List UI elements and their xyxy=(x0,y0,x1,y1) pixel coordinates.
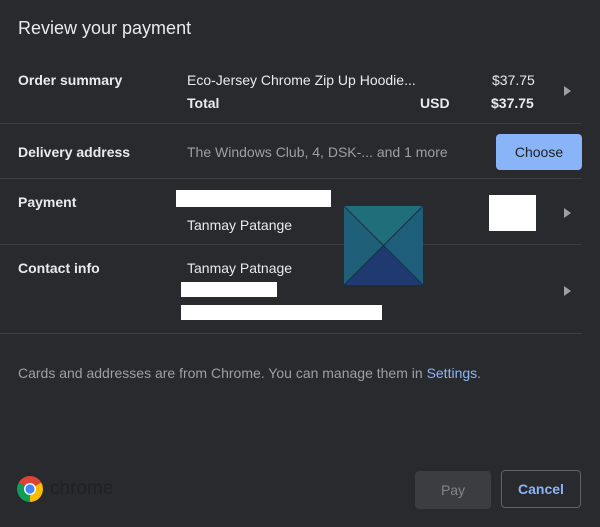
redacted-card-icon xyxy=(489,195,536,231)
settings-link[interactable]: Settings xyxy=(427,365,478,381)
divider xyxy=(0,123,581,124)
watermark-logo-icon xyxy=(344,206,423,285)
order-summary-expand-icon[interactable] xyxy=(564,86,571,96)
contact-expand-icon[interactable] xyxy=(564,286,571,296)
order-item-price: $37.75 xyxy=(492,72,535,88)
order-currency: USD xyxy=(420,95,450,111)
divider xyxy=(0,333,581,334)
cancel-button[interactable]: Cancel xyxy=(501,470,581,508)
redacted-card-number xyxy=(176,190,331,207)
contact-name: Tanmay Patnage xyxy=(187,260,293,276)
redacted-contact-email xyxy=(181,305,382,320)
settings-note-text: Cards and addresses are from Chrome. You… xyxy=(18,365,427,381)
chrome-logo-icon xyxy=(17,476,43,502)
delivery-address-label: Delivery address xyxy=(18,144,131,160)
choose-address-button[interactable]: Choose xyxy=(496,134,582,170)
pay-button[interactable]: Pay xyxy=(415,471,491,509)
order-item-name: Eco-Jersey Chrome Zip Up Hoodie... xyxy=(187,72,416,88)
delivery-address-value: The Windows Club, 4, DSK-... and 1 more xyxy=(187,144,448,160)
settings-note-end: . xyxy=(477,365,482,381)
order-summary-label: Order summary xyxy=(18,72,123,88)
payment-label: Payment xyxy=(18,194,77,210)
settings-note: Cards and addresses are from Chrome. You… xyxy=(18,365,481,381)
divider xyxy=(0,178,581,179)
order-total-price: $37.75 xyxy=(491,95,534,111)
payment-expand-icon[interactable] xyxy=(564,208,571,218)
contact-info-label: Contact info xyxy=(18,260,100,276)
order-total-label: Total xyxy=(187,95,220,111)
dialog-title: Review your payment xyxy=(18,18,192,38)
divider xyxy=(0,244,581,245)
chrome-brand-text: chrome xyxy=(50,478,114,499)
payment-card-holder: Tanmay Patange xyxy=(187,217,293,233)
redacted-contact-phone xyxy=(181,282,277,297)
